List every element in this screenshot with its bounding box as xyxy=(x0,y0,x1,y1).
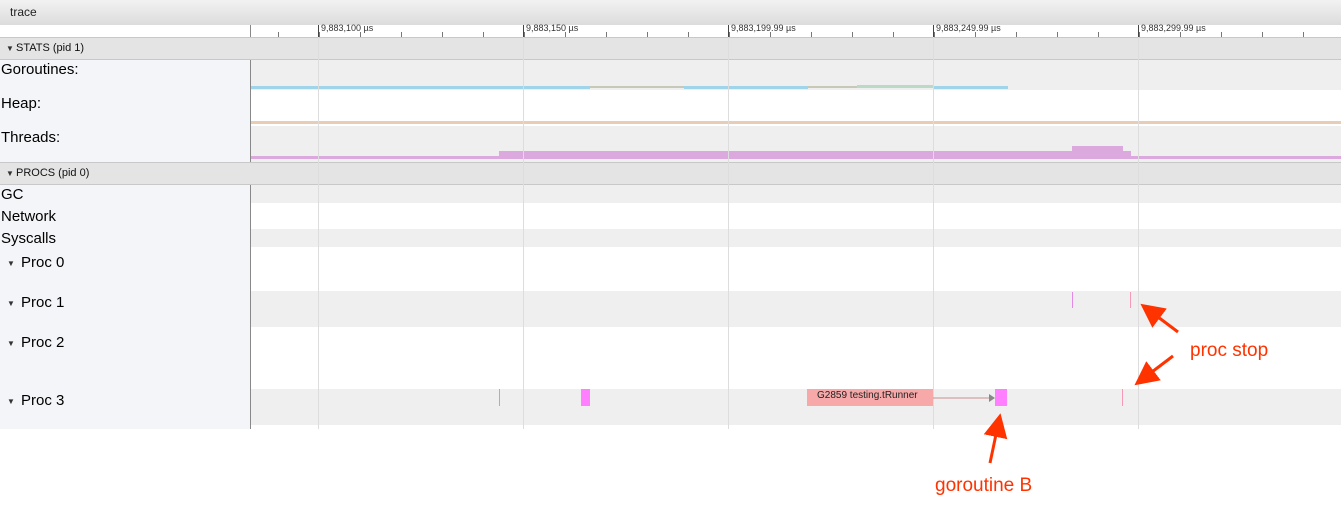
procs-section-title: PROCS (pid 0) xyxy=(16,167,90,179)
expand-triangle-icon[interactable]: ▼ xyxy=(7,339,15,348)
goroutines-counter[interactable] xyxy=(933,86,1008,89)
gridline xyxy=(318,37,319,429)
syscalls-track-label: Syscalls xyxy=(1,230,57,247)
goroutines-counter[interactable] xyxy=(251,86,590,89)
proc-0-label: Proc 0 xyxy=(21,254,65,271)
proc-2-label: Proc 2 xyxy=(21,334,65,351)
goroutines-track-label: Goroutines: xyxy=(1,61,79,78)
ruler-tick-label: 9,883,150 µs xyxy=(526,23,579,33)
proc-3-label: Proc 3 xyxy=(21,392,65,409)
syscalls-track[interactable] xyxy=(251,229,1341,247)
proc-0-track[interactable] xyxy=(251,247,1341,291)
proc-1-track[interactable] xyxy=(251,291,1341,327)
gridline xyxy=(523,37,524,429)
goroutines-counter[interactable] xyxy=(684,86,808,89)
goroutine-slice[interactable]: G2859 testing.tRunner xyxy=(807,389,933,406)
proc-1-label: Proc 1 xyxy=(21,294,65,311)
ruler-tick-label: 9,883,100 µs xyxy=(321,23,374,33)
proc-1-slice[interactable] xyxy=(1130,292,1131,308)
gridline xyxy=(933,37,934,429)
expand-triangle-icon[interactable]: ▼ xyxy=(7,299,15,308)
threads-counter-peak[interactable] xyxy=(1072,146,1123,152)
collapse-triangle-icon[interactable]: ▼ xyxy=(6,44,14,53)
goroutine-b-annotation: goroutine B xyxy=(935,475,1033,496)
window-title: trace xyxy=(10,5,37,19)
proc-3-slice[interactable] xyxy=(499,389,500,406)
proc-2-track[interactable] xyxy=(251,327,1341,389)
goroutines-counter[interactable] xyxy=(857,85,933,88)
stats-section-header[interactable]: ▼ STATS (pid 1) xyxy=(0,37,1341,60)
ruler-tick-label: 9,883,249.99 µs xyxy=(936,23,1001,33)
gc-track-label: GC xyxy=(1,186,24,203)
proc-3-track[interactable] xyxy=(251,389,1341,425)
collapse-triangle-icon[interactable]: ▼ xyxy=(6,169,14,178)
stats-section-title: STATS (pid 1) xyxy=(16,42,85,54)
title-bar: trace xyxy=(0,0,1341,26)
threads-counter[interactable] xyxy=(499,151,1131,159)
expand-triangle-icon[interactable]: ▼ xyxy=(7,397,15,406)
heap-counter[interactable] xyxy=(251,121,1341,124)
proc-3-slice[interactable] xyxy=(1122,389,1123,406)
gridline xyxy=(1138,37,1139,429)
network-track[interactable] xyxy=(251,203,1341,229)
gridline xyxy=(728,37,729,429)
procs-section-header[interactable]: ▼ PROCS (pid 0) xyxy=(0,162,1341,185)
goroutine-slice-label: G2859 testing.tRunner xyxy=(817,390,918,401)
ruler-tick-label: 9,883,199.99 µs xyxy=(731,23,796,33)
proc-1-slice[interactable] xyxy=(1072,292,1073,308)
network-track-label: Network xyxy=(1,208,57,225)
expand-triangle-icon[interactable]: ▼ xyxy=(7,259,15,268)
proc-3-slice[interactable] xyxy=(581,389,590,406)
heap-track-label: Heap: xyxy=(1,95,42,112)
threads-track-label: Threads: xyxy=(1,129,61,146)
ruler-tick-label: 9,883,299.99 µs xyxy=(1141,23,1206,33)
gc-track[interactable] xyxy=(251,185,1341,203)
goroutine-b-slice[interactable] xyxy=(995,389,1007,406)
proc-stop-annotation: proc stop xyxy=(1190,340,1269,361)
